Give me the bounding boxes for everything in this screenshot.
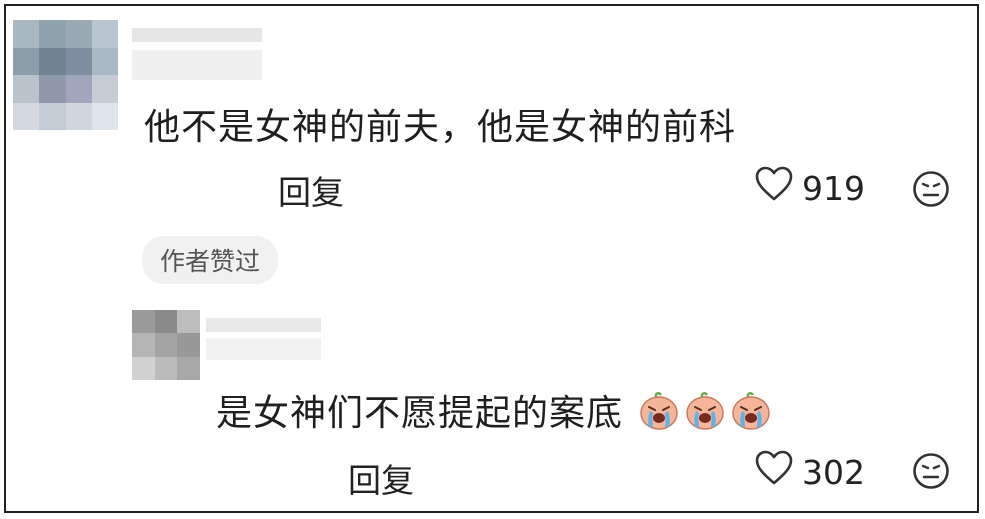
dislike-button[interactable] [912, 170, 950, 212]
username-blurred-2 [206, 338, 321, 360]
like-count: 302 [802, 452, 865, 492]
dislike-face-icon [913, 453, 949, 489]
crying-emoji-icon [637, 391, 681, 440]
comment-text: 是女神们不愿提起的案底 [216, 384, 773, 440]
like-button[interactable]: 919 [754, 166, 865, 210]
dislike-button[interactable] [912, 452, 950, 494]
comment-text-body: 是女神们不愿提起的案底 [216, 393, 624, 434]
like-count: 919 [802, 168, 865, 208]
reply-button[interactable]: 回复 [278, 166, 344, 214]
dislike-face-icon [913, 171, 949, 207]
heart-outline-icon [754, 450, 794, 494]
like-button[interactable]: 302 [754, 450, 865, 494]
heart-outline-icon [754, 166, 794, 210]
username-blurred[interactable] [132, 28, 262, 42]
crying-emoji-icon [729, 391, 773, 440]
username-blurred-2 [132, 50, 262, 80]
reply-button[interactable]: 回复 [348, 454, 414, 502]
crying-emoji-icon [683, 391, 727, 440]
avatar[interactable] [13, 20, 118, 130]
comment-text: 他不是女神的前夫，他是女神的前科 [144, 107, 737, 148]
username-blurred[interactable] [206, 318, 321, 332]
emoji-group [635, 391, 773, 434]
comment-panel: 他不是女神的前夫，他是女神的前科 回复 919 作者赞过 是女神们不愿提起的案底… [4, 4, 979, 513]
avatar[interactable] [132, 310, 200, 380]
author-liked-badge: 作者赞过 [142, 236, 279, 284]
